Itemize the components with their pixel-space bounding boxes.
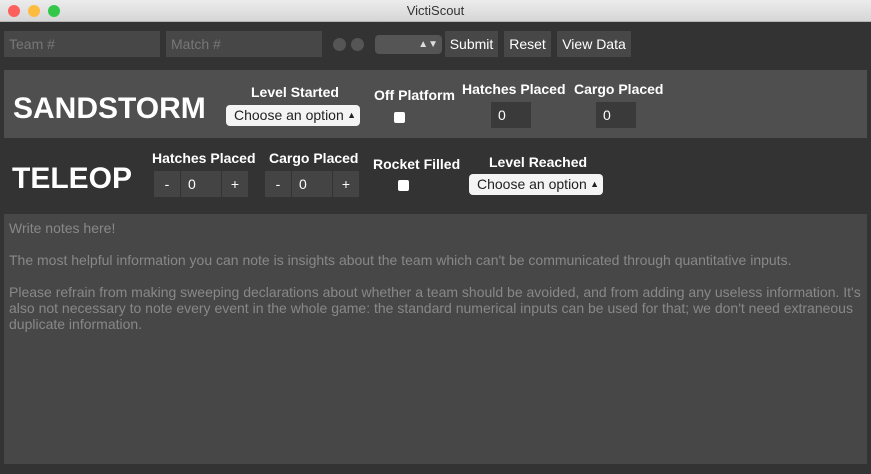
color-dot-1[interactable]	[333, 38, 346, 51]
rocket-filled-label: Rocket Filled	[373, 156, 461, 172]
teleop-cargo-label: Cargo Placed	[269, 150, 359, 166]
minimize-button[interactable]	[28, 5, 40, 17]
select-arrows-icon: ▲▼	[418, 39, 438, 50]
level-started-select[interactable]: Choose an option ▲	[226, 105, 360, 126]
teleop-cargo-input[interactable]: 0	[292, 171, 332, 197]
sandstorm-cargo-input[interactable]: 0	[596, 102, 636, 128]
close-button[interactable]	[8, 5, 20, 17]
rocket-filled-checkbox[interactable]	[398, 180, 409, 191]
off-platform-checkbox[interactable]	[394, 112, 405, 123]
hatches-plus-button[interactable]: +	[222, 171, 248, 197]
level-reached-label: Level Reached	[489, 154, 588, 170]
teleop-title: TELEOP	[12, 162, 133, 195]
toolbar: ▲▼ Submit Reset View Data	[4, 30, 871, 58]
sandstorm-cargo-label: Cargo Placed	[574, 81, 664, 97]
view-data-button[interactable]: View Data	[557, 31, 631, 57]
team-input[interactable]	[4, 31, 160, 57]
off-platform-label: Off Platform	[374, 87, 455, 103]
sandstorm-hatches-input[interactable]: 0	[491, 102, 531, 128]
sandstorm-section: SANDSTORM Level Started Choose an option…	[4, 70, 867, 138]
select-arrows-icon: ▲	[590, 179, 599, 189]
position-select[interactable]: ▲▼	[375, 35, 442, 54]
submit-button[interactable]: Submit	[445, 31, 498, 57]
teleop-hatches-label: Hatches Placed	[152, 150, 256, 166]
notes-textarea[interactable]: Write notes here! The most helpful infor…	[4, 214, 867, 464]
window-title: VictiScout	[406, 3, 465, 18]
cargo-minus-button[interactable]: -	[265, 171, 291, 197]
reset-button[interactable]: Reset	[504, 31, 551, 57]
level-started-label: Level Started	[251, 84, 339, 100]
color-dot-2[interactable]	[351, 38, 364, 51]
hatches-minus-button[interactable]: -	[154, 171, 180, 197]
sandstorm-hatches-label: Hatches Placed	[462, 81, 566, 97]
sandstorm-title: SANDSTORM	[13, 92, 206, 125]
match-input[interactable]	[166, 31, 322, 57]
maximize-button[interactable]	[48, 5, 60, 17]
select-arrows-icon: ▲	[347, 110, 356, 120]
level-reached-select[interactable]: Choose an option ▲	[469, 174, 603, 195]
cargo-plus-button[interactable]: +	[333, 171, 359, 197]
teleop-hatches-input[interactable]: 0	[181, 171, 221, 197]
title-bar: VictiScout	[0, 0, 871, 22]
